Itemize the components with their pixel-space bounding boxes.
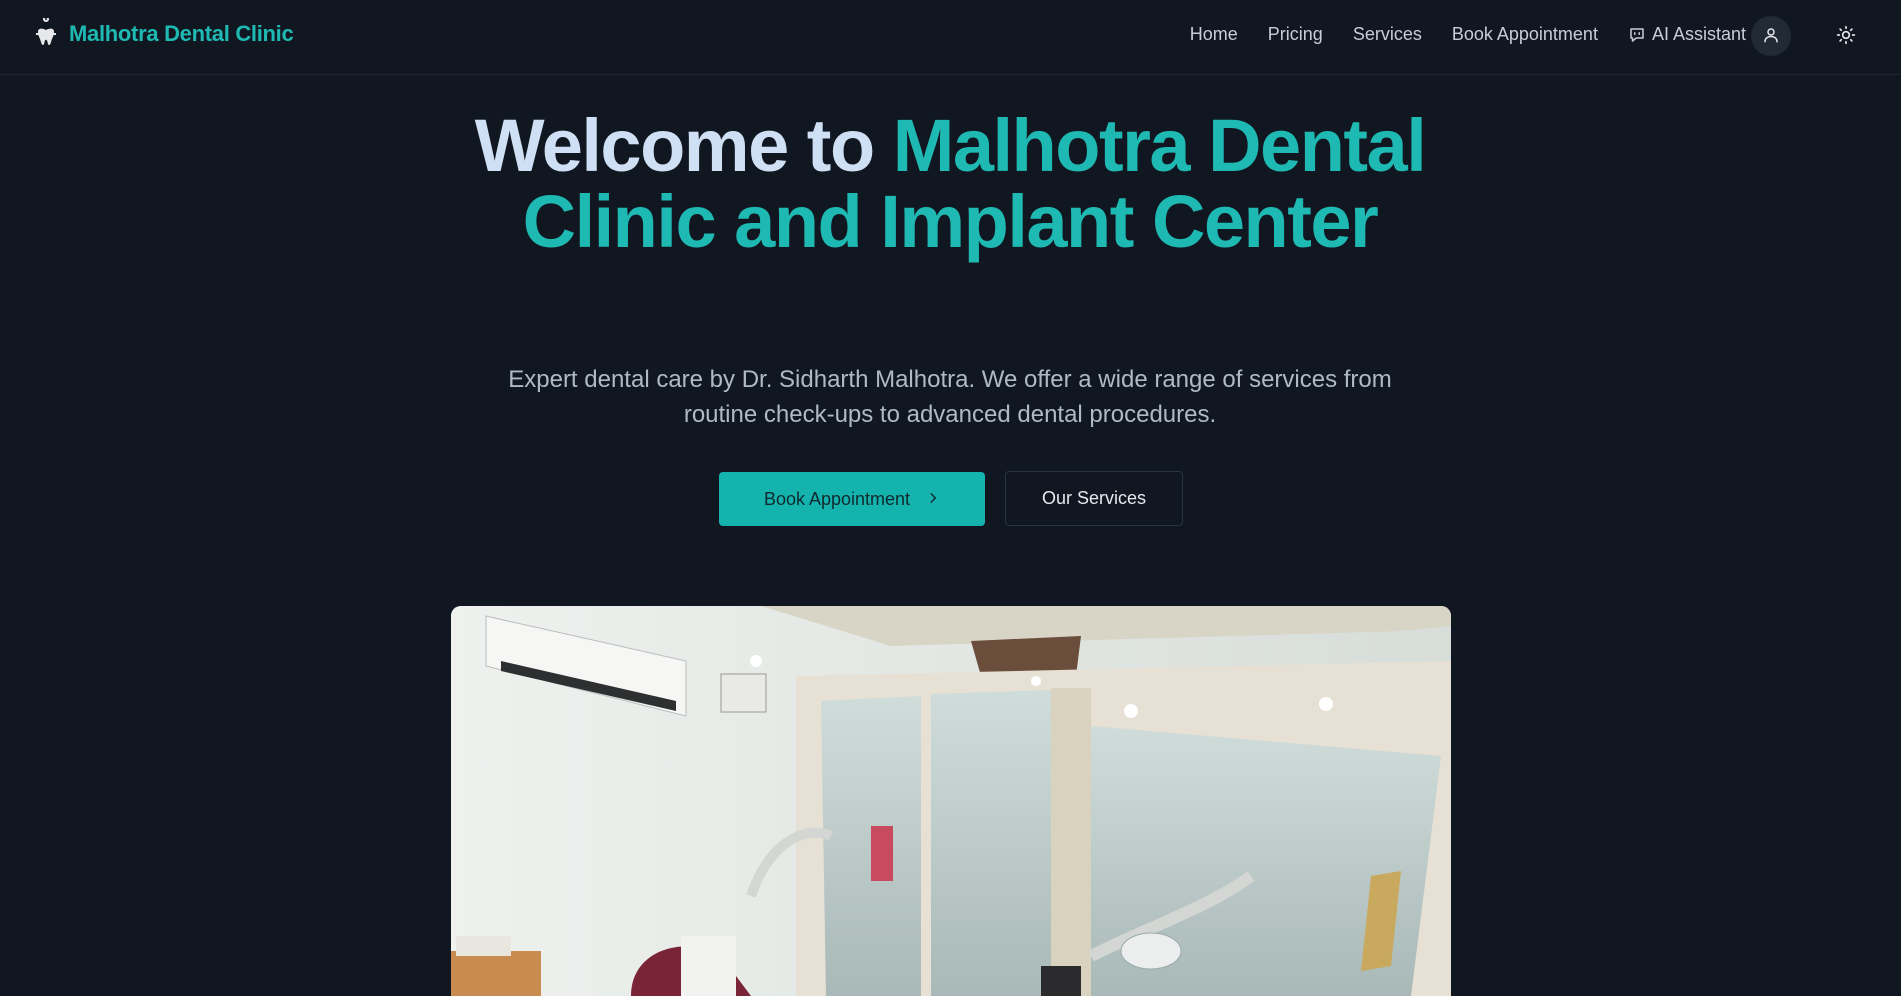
hero-title-lead: Welcome to — [474, 104, 875, 187]
main-nav: Home Pricing Services Book Appointment A… — [1190, 24, 1746, 45]
book-appointment-button[interactable]: Book Appointment — [719, 472, 985, 526]
nav-ai-assistant-label: AI Assistant — [1651, 24, 1746, 44]
chevron-right-icon — [926, 489, 940, 510]
book-appointment-label: Book Appointment — [763, 488, 911, 509]
theme-toggle-button[interactable] — [1826, 20, 1866, 52]
nav-pricing[interactable]: Pricing — [1268, 24, 1323, 45]
chat-icon — [1628, 26, 1646, 44]
nav-services[interactable]: Services — [1353, 24, 1422, 45]
our-services-button[interactable]: Our Services — [1005, 471, 1183, 526]
hero-subtitle: Expert dental care by Dr. Sidharth Malho… — [508, 366, 1392, 428]
tooth-icon — [33, 16, 59, 50]
user-account-button[interactable] — [1751, 16, 1791, 56]
nav-home[interactable]: Home — [1190, 24, 1238, 45]
hero-title: Welcome to Malhotra Dental Clinic and Im… — [450, 108, 1450, 260]
brand-link[interactable]: Malhotra Dental Clinic — [33, 16, 294, 50]
nav-book-appointment[interactable]: Book Appointment — [1452, 24, 1598, 45]
nav-ai-assistant[interactable]: AI Assistant — [1628, 24, 1746, 45]
sun-icon — [1836, 25, 1856, 48]
clinic-photo — [451, 606, 1451, 996]
navbar: Malhotra Dental Clinic Home Pricing Serv… — [0, 0, 1901, 75]
brand-name: Malhotra Dental Clinic — [69, 21, 294, 46]
user-icon — [1762, 26, 1780, 47]
